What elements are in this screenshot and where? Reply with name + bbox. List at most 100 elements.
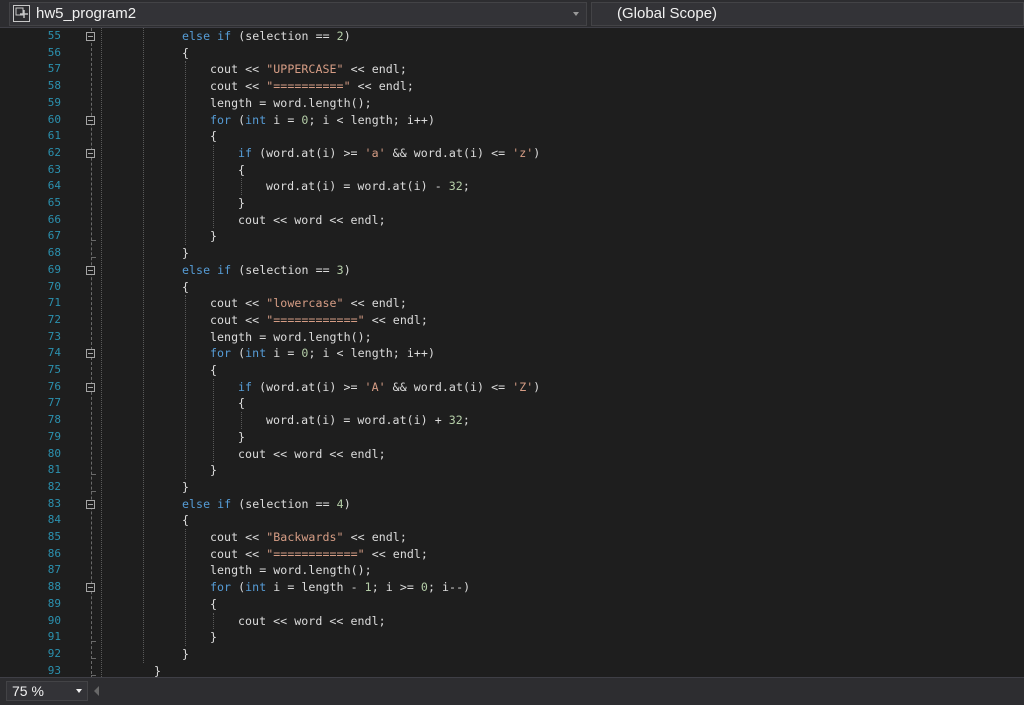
zoom-dropdown[interactable]: 75 % — [6, 681, 88, 701]
collapse-icon[interactable] — [86, 32, 95, 41]
code-token: 32 — [448, 179, 463, 194]
code-line[interactable]: else if (selection == 4) — [182, 496, 351, 513]
code-token: word.at(i) = word.at(i) + — [266, 413, 449, 428]
scroll-left-icon[interactable] — [94, 686, 99, 696]
code-editor[interactable]: 55 56 57 58 59 60 61 62 63 64 65 66 67 68 69 70 71 72 73 74… — [0, 28, 1024, 677]
code-line[interactable]: word.at(i) = word.at(i) - 32; — [266, 178, 470, 195]
indent-guide — [213, 378, 214, 463]
code-token: ( — [231, 112, 246, 127]
line-number: 75 — [47, 363, 61, 376]
line-number: 56 — [47, 45, 61, 59]
collapse-icon[interactable] — [86, 265, 95, 275]
horizontal-scrollbar[interactable] — [106, 682, 1018, 700]
code-token: length = word.length(); — [210, 95, 372, 110]
line-number: 61 — [47, 129, 61, 143]
code-line[interactable]: else if (selection == 2) — [182, 28, 351, 45]
chevron-down-icon[interactable] — [573, 12, 579, 16]
code-line[interactable]: } — [238, 429, 245, 446]
code-line[interactable]: cout << "UPPERCASE" << endl; — [210, 61, 407, 78]
project-dropdown[interactable]: hw5_program2 — [9, 2, 587, 26]
outline-end-marker — [91, 674, 96, 676]
code-line[interactable]: length = word.length(); — [210, 95, 372, 112]
code-token: 'z' — [512, 145, 534, 160]
collapse-icon[interactable] — [86, 382, 95, 392]
code-line[interactable]: } — [182, 646, 189, 663]
line-number: 58 — [47, 79, 61, 93]
code-token: } — [210, 630, 218, 645]
code-line[interactable]: cout << "lowercase" << endl; — [210, 295, 407, 312]
code-token: cout << — [210, 546, 267, 561]
code-line[interactable]: cout << "============" << endl; — [210, 312, 428, 329]
code-line[interactable]: { — [238, 395, 245, 412]
line-number: 85 — [47, 530, 61, 543]
code-line[interactable]: } — [182, 245, 189, 262]
code-line[interactable]: word.at(i) = word.at(i) + 32; — [266, 412, 470, 429]
code-token: 3 — [336, 262, 344, 277]
scope-dropdown[interactable]: (Global Scope) — [591, 2, 1024, 26]
code-token: cout << — [210, 296, 267, 311]
code-area[interactable]: else if (selection == 2){cout << "UPPERC… — [126, 28, 1016, 677]
code-token: cout << — [210, 62, 267, 77]
code-line[interactable]: cout << word << endl; — [238, 212, 386, 229]
code-token: cout << word << endl; — [238, 212, 386, 227]
code-token: { — [210, 596, 218, 611]
code-token: } — [238, 429, 246, 444]
code-line[interactable]: for (int i = 0; i < length; i++) — [210, 112, 435, 129]
outline-guide — [101, 28, 102, 677]
code-token: 0 — [420, 580, 428, 595]
editor-status-bar: 75 % — [0, 677, 1024, 705]
code-line[interactable]: for (int i = length - 1; i >= 0; i--) — [210, 579, 470, 596]
collapse-icon[interactable] — [86, 115, 95, 125]
code-token: << endl; — [350, 79, 414, 94]
code-token: ) — [533, 145, 541, 160]
code-line[interactable]: for (int i = 0; i < length; i++) — [210, 345, 435, 362]
line-number: 65 — [47, 196, 61, 209]
code-token: (selection == — [231, 496, 337, 511]
outline-end-marker — [91, 257, 96, 259]
line-number: 93 — [47, 663, 61, 677]
collapse-icon[interactable] — [86, 148, 95, 158]
line-number: 72 — [47, 312, 61, 326]
code-line[interactable]: { — [182, 45, 189, 62]
chevron-down-icon[interactable] — [76, 689, 82, 693]
collapse-icon[interactable] — [86, 499, 95, 509]
code-line[interactable]: length = word.length(); — [210, 562, 372, 579]
code-line[interactable]: cout << word << endl; — [238, 446, 386, 463]
code-token: } — [210, 463, 218, 478]
code-token: } — [238, 196, 246, 210]
code-token: i = — [266, 346, 302, 361]
code-line[interactable]: { — [182, 279, 189, 296]
code-line[interactable]: { — [210, 596, 217, 613]
code-token: && word.at(i) <= — [385, 379, 513, 394]
line-number: 63 — [47, 162, 61, 176]
code-token: { — [182, 45, 190, 60]
collapse-icon[interactable] — [86, 583, 95, 593]
code-line[interactable]: cout << "============" << endl; — [210, 546, 428, 563]
code-line[interactable]: else if (selection == 3) — [182, 262, 351, 279]
collapse-icon[interactable] — [86, 349, 95, 359]
code-line[interactable]: cout << word << endl; — [238, 613, 386, 630]
line-number: 66 — [47, 212, 61, 226]
code-line[interactable]: } — [238, 195, 245, 212]
code-line[interactable]: } — [154, 663, 161, 677]
code-line[interactable]: } — [210, 462, 217, 479]
outline-end-marker — [91, 657, 96, 659]
code-line[interactable]: } — [210, 228, 217, 245]
code-line[interactable]: { — [210, 128, 217, 145]
code-line[interactable]: if (word.at(i) >= 'A' && word.at(i) <= '… — [238, 379, 540, 396]
code-line[interactable]: { — [238, 162, 245, 179]
code-line[interactable]: } — [210, 629, 217, 646]
code-line[interactable]: } — [182, 479, 189, 496]
code-token: { — [182, 279, 190, 294]
code-line[interactable]: length = word.length(); — [210, 329, 372, 346]
code-line[interactable]: { — [210, 362, 217, 379]
code-line[interactable]: { — [182, 512, 189, 529]
outlining-margin — [80, 28, 120, 677]
line-number: 74 — [47, 346, 61, 360]
code-line[interactable]: cout << "Backwards" << endl; — [210, 529, 407, 546]
indent-guide — [143, 28, 144, 663]
indent-guide — [185, 295, 186, 479]
code-line[interactable]: cout << "==========" << endl; — [210, 78, 414, 95]
code-line[interactable]: if (word.at(i) >= 'a' && word.at(i) <= '… — [238, 145, 540, 162]
code-token: { — [238, 162, 246, 177]
